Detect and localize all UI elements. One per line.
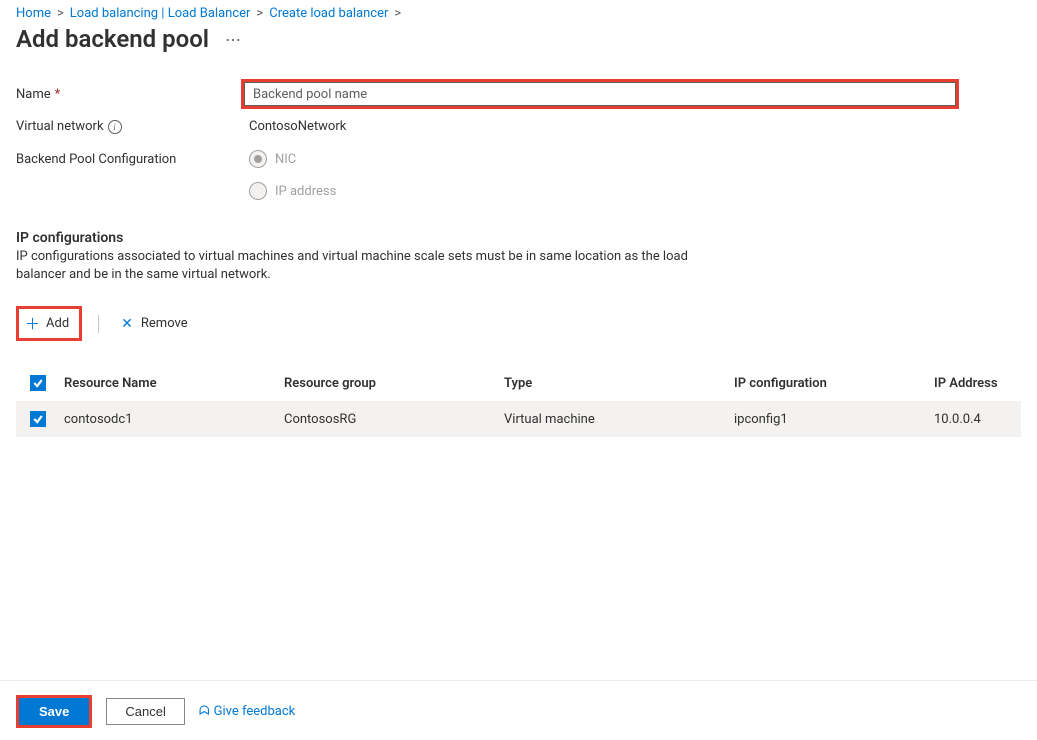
breadcrumb-sep: > [57,6,64,21]
radio-icon [249,150,267,168]
give-feedback-link[interactable]: ᗣ Give feedback [199,704,295,719]
plus-icon: ＋ [25,313,40,334]
feedback-icon: ᗣ [199,704,210,719]
breadcrumb: Home > Load balancing | Load Balancer > … [16,6,1021,21]
page-title: Add backend pool [16,25,209,53]
cell-ip-config: ipconfig1 [734,412,934,427]
more-actions-button[interactable]: ⋯ [221,26,246,53]
cell-ip-address: 10.0.0.4 [934,412,1021,427]
config-label: Backend Pool Configuration [16,144,241,167]
add-button-highlight: ＋ Add [16,306,82,341]
ipconfig-table: Resource Name Resource group Type IP con… [16,365,1021,437]
add-button[interactable]: ＋ Add [19,309,79,338]
col-ip-address[interactable]: IP Address [934,376,1021,391]
col-resource-group[interactable]: Resource group [284,376,504,391]
breadcrumb-createlb[interactable]: Create load balancer [269,6,388,21]
radio-ip-label: IP address [275,184,336,199]
table-header: Resource Name Resource group Type IP con… [16,365,1021,401]
radio-nic-label: NIC [275,152,296,167]
breadcrumb-sep: > [394,6,401,21]
table-row[interactable]: contosodc1 ContososRG Virtual machine ip… [16,401,1021,437]
cell-resource-name: contosodc1 [64,412,284,427]
breadcrumb-loadbalancing[interactable]: Load balancing | Load Balancer [70,6,251,21]
select-all-checkbox[interactable] [30,375,46,391]
save-button-highlight: Save [16,695,92,728]
cancel-button[interactable]: Cancel [106,698,184,725]
ipconfig-heading: IP configurations [16,230,1021,246]
close-icon: ✕ [121,316,133,332]
col-type[interactable]: Type [504,376,734,391]
cell-resource-group: ContososRG [284,412,504,427]
cell-type: Virtual machine [504,412,734,427]
footer-bar: Save Cancel ᗣ Give feedback [0,680,1037,740]
col-resource-name[interactable]: Resource Name [64,376,284,391]
radio-nic[interactable]: NIC [249,150,1021,168]
vnet-value: ContosoNetwork [241,119,346,134]
info-icon[interactable]: i [108,120,122,134]
radio-ip[interactable]: IP address [249,182,1021,200]
radio-icon [249,182,267,200]
vnet-label: Virtual network i [16,119,241,134]
name-label: Name* [16,87,241,102]
name-input[interactable] [244,82,956,106]
col-ip-config[interactable]: IP configuration [734,376,934,391]
ipconfig-desc: IP configurations associated to virtual … [16,248,736,284]
add-button-label: Add [46,316,69,331]
toolbar-divider [98,315,99,333]
breadcrumb-home[interactable]: Home [16,6,51,21]
remove-button-label: Remove [141,316,188,331]
give-feedback-label: Give feedback [214,704,296,719]
name-input-highlight [241,79,959,109]
breadcrumb-sep: > [256,6,263,21]
row-checkbox[interactable] [30,411,46,427]
save-button[interactable]: Save [19,698,89,725]
remove-button[interactable]: ✕ Remove [115,312,193,336]
